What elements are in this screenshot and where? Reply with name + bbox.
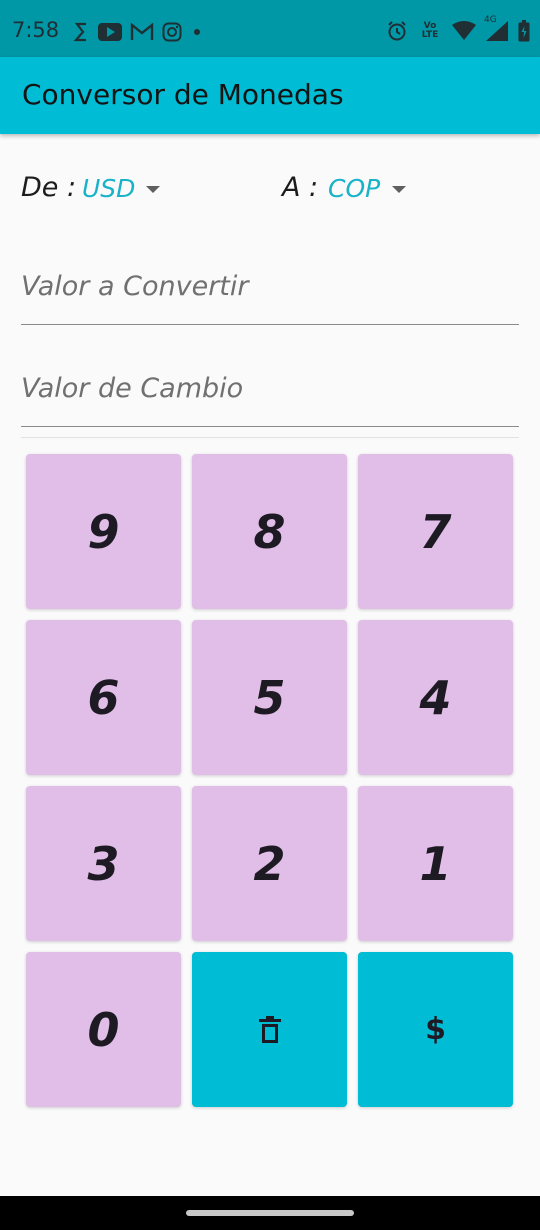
battery-icon xyxy=(518,20,530,42)
key-label: 7 xyxy=(419,504,452,559)
system-icons: Vo LTE 4G xyxy=(386,15,530,44)
system-nav-bar xyxy=(0,1196,540,1230)
signal-4g-label: 4G xyxy=(484,15,497,25)
key-8[interactable]: 8 xyxy=(192,454,347,609)
key-label: 2 xyxy=(253,836,286,891)
key-4[interactable]: 4 xyxy=(358,620,513,775)
status-time: 7:58 xyxy=(12,18,60,42)
alarm-icon xyxy=(386,20,408,42)
rate-input[interactable] xyxy=(21,357,519,419)
key-label: 5 xyxy=(253,670,286,725)
signal-icon: 4G xyxy=(484,15,508,41)
rate-field xyxy=(21,357,519,427)
key-label: 8 xyxy=(253,504,286,559)
instagram-icon xyxy=(162,22,182,42)
wifi-icon xyxy=(452,21,476,41)
dot-icon xyxy=(190,25,204,39)
status-bar: 7:58 Vo LTE 4G xyxy=(0,0,540,57)
gmail-icon xyxy=(130,23,154,41)
key-label: 6 xyxy=(87,670,120,725)
key-3[interactable]: 3 xyxy=(26,786,181,941)
key-2[interactable]: 2 xyxy=(192,786,347,941)
trash-icon xyxy=(258,1015,281,1044)
home-gesture-handle[interactable] xyxy=(186,1210,354,1216)
chevron-down-icon xyxy=(146,186,160,193)
app-bar: Conversor de Monedas xyxy=(0,57,540,134)
to-currency-value: COP xyxy=(328,174,381,203)
volte-icon: Vo LTE xyxy=(418,22,442,40)
chevron-down-icon xyxy=(392,186,406,193)
amount-input[interactable] xyxy=(21,255,519,317)
key-7[interactable]: 7 xyxy=(358,454,513,609)
from-label: De : xyxy=(21,172,77,203)
key-label: 9 xyxy=(87,504,120,559)
delete-button[interactable] xyxy=(192,952,347,1107)
key-6[interactable]: 6 xyxy=(26,620,181,775)
volte-label: Vo LTE xyxy=(421,21,439,40)
app-title: Conversor de Monedas xyxy=(22,78,344,111)
key-9[interactable]: 9 xyxy=(26,454,181,609)
key-1[interactable]: 1 xyxy=(358,786,513,941)
divider xyxy=(21,437,519,438)
notification-icons xyxy=(72,20,204,44)
key-label: 1 xyxy=(419,836,452,891)
youtube-icon xyxy=(98,23,122,41)
s-icon xyxy=(72,21,90,43)
key-0[interactable]: 0 xyxy=(26,952,181,1107)
to-currency-dropdown[interactable]: COP xyxy=(326,168,414,212)
key-5[interactable]: 5 xyxy=(192,620,347,775)
from-currency-value: USD xyxy=(82,174,136,203)
dollar-icon: $ xyxy=(425,1012,446,1047)
amount-field xyxy=(21,255,519,325)
to-label: A : xyxy=(282,172,319,203)
key-label: 0 xyxy=(87,1002,120,1057)
key-label: 3 xyxy=(87,836,120,891)
from-currency-dropdown[interactable]: USD xyxy=(80,168,168,212)
key-label: 4 xyxy=(419,670,452,725)
convert-button[interactable]: $ xyxy=(358,952,513,1107)
currency-picker-row: De : USD A : COP xyxy=(0,168,540,212)
